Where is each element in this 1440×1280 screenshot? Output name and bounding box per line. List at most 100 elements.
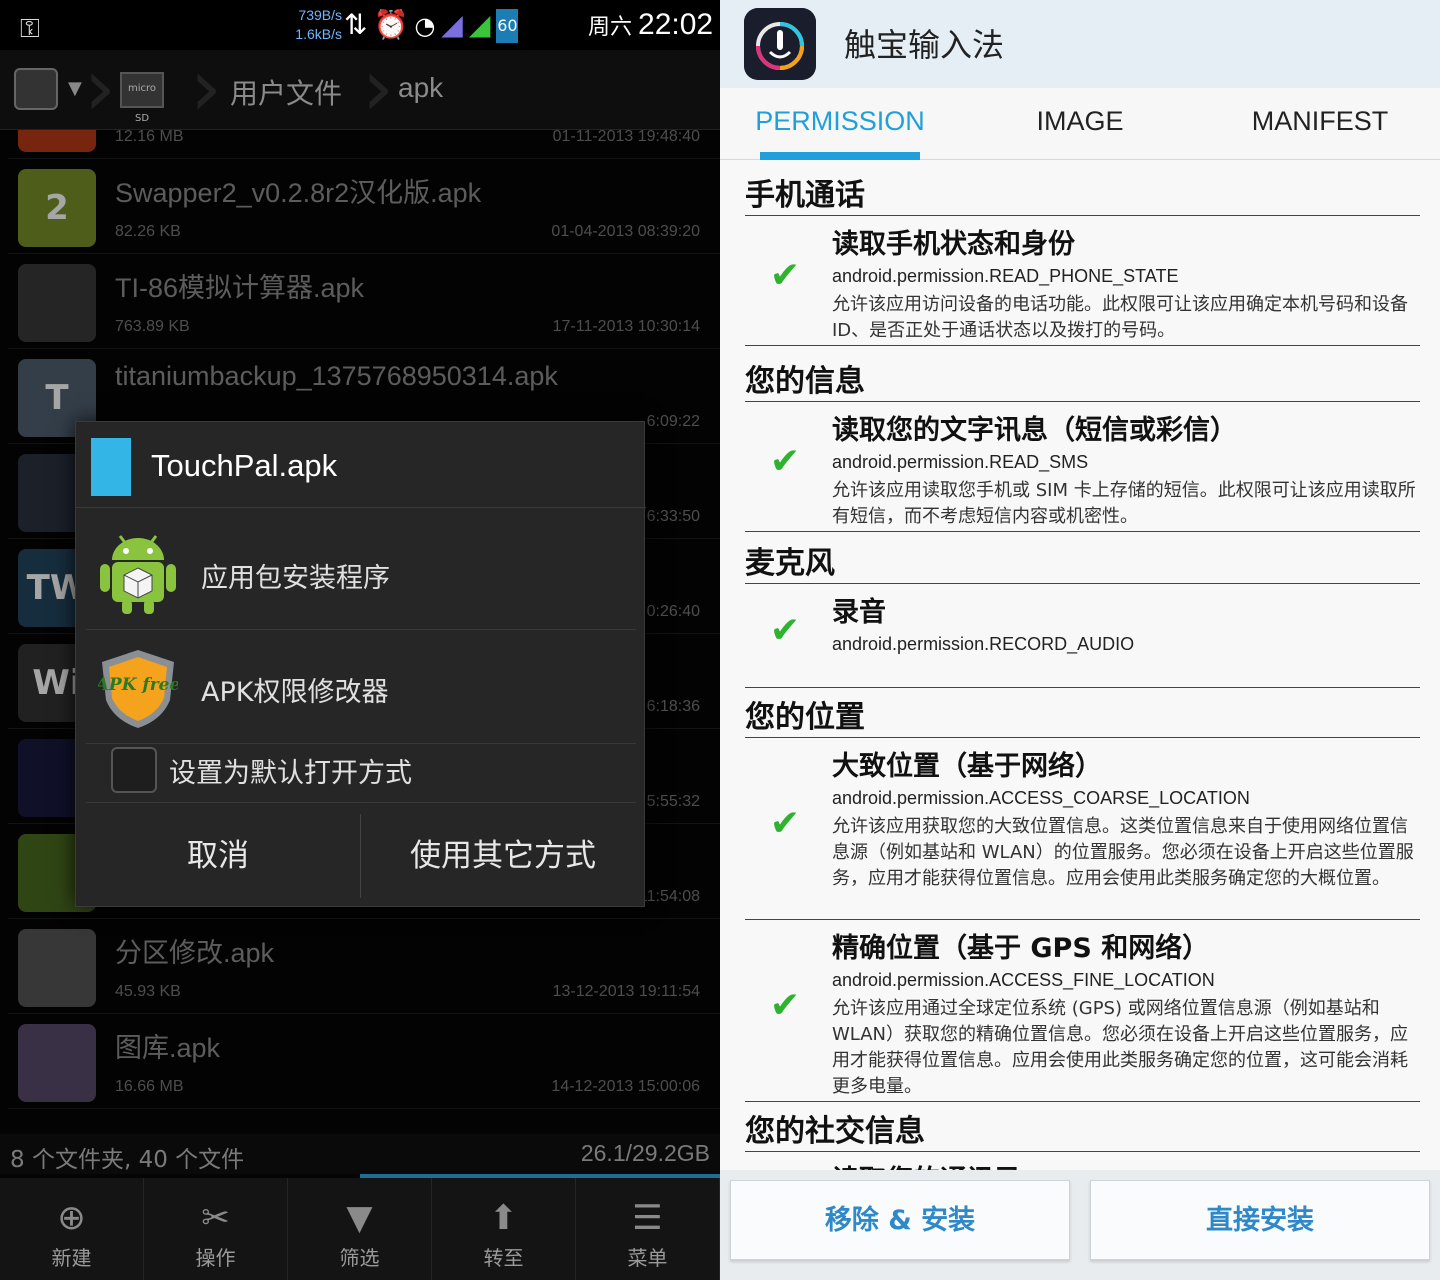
- permission-item[interactable]: ✔ 录音 android.permission.RECORD_AUDIO: [745, 584, 1420, 688]
- dialog-header: TouchPal.apk: [76, 422, 646, 508]
- permission-description: 允许该应用获取您的大致位置信息。这类位置信息来自于使用网络位置信息源（例如基站和…: [832, 816, 1414, 889]
- group-title: 麦克风: [745, 528, 1420, 584]
- permission-item[interactable]: ✔ 大致位置（基于网络） android.permission.ACCESS_COA…: [745, 738, 1420, 920]
- option-label: APK权限修改器: [201, 677, 389, 708]
- toolbar-button-plus-circle[interactable]: ⊕ 新建: [0, 1178, 144, 1280]
- breadcrumb: ▼ › micro SD › 用户文件 › apk: [0, 41, 720, 134]
- use-other-button[interactable]: 使用其它方式: [361, 814, 645, 898]
- toolbar-button-tools[interactable]: ✂ 操作: [144, 1178, 288, 1280]
- check-icon: ✔: [769, 803, 801, 844]
- set-default-label: 设置为默认打开方式: [169, 758, 412, 789]
- toolbar-label: 操作: [195, 1246, 236, 1270]
- permission-title: 精确位置（基于 GPS 和网络）: [832, 933, 1210, 964]
- apk-shield-icon: APK free: [98, 650, 178, 728]
- set-default-checkbox[interactable]: [111, 747, 157, 793]
- option-label: 应用包安装程序: [201, 563, 390, 594]
- cancel-button[interactable]: 取消: [76, 814, 360, 898]
- permission-title: 大致位置（基于网络）: [832, 751, 1102, 782]
- permission-title: 录音: [832, 597, 886, 628]
- bottom-toolbar: ⊕ 新建 ✂ 操作 ▼ 筛选 ⬆ 转至 ☰ 菜单: [0, 1178, 720, 1280]
- permission-title: 读取您的文字讯息（短信或彩信）: [832, 415, 1237, 446]
- tab-indicator: [760, 152, 920, 160]
- signal-icon: ◢: [441, 8, 469, 41]
- permission-item[interactable]: ✔读取您的通讯录: [745, 1152, 1420, 1170]
- filter-icon: ▼: [346, 1198, 373, 1238]
- permission-title: 读取您的通讯录: [832, 1158, 1021, 1170]
- permission-list[interactable]: 手机通话 ✔ 读取手机状态和身份 android.permission.READ_PH…: [720, 160, 1440, 1170]
- permission-description: 允许该应用读取您手机或 SIM 卡上存储的短信。此权限可让该应用读取所有短信，而…: [832, 480, 1416, 527]
- dialog-accent-bar: [91, 438, 131, 496]
- plus-circle-icon: ⊕: [57, 1198, 86, 1238]
- toolbar-label: 菜单: [627, 1246, 668, 1270]
- chevron-down-icon[interactable]: ▼: [68, 78, 82, 99]
- tab-bar: PERMISSION IMAGE MANIFEST: [720, 88, 1440, 160]
- upload-speed: 739B/s: [298, 7, 342, 23]
- vpn-key-icon: ⚿: [20, 14, 40, 44]
- permission-id: android.permission.ACCESS_FINE_LOCATION: [832, 970, 1215, 990]
- set-default-row[interactable]: 设置为默认打开方式: [86, 737, 636, 803]
- network-speed: 739B/s 1.6kB/s: [290, 6, 342, 44]
- option-package-installer[interactable]: 应用包安装程序: [86, 516, 636, 630]
- group-title: 手机通话: [745, 160, 1420, 216]
- permission-id: android.permission.READ_SMS: [832, 452, 1089, 472]
- time: 22:02: [638, 8, 714, 41]
- arrow-up-icon: ⬆: [489, 1198, 518, 1238]
- tab-permission[interactable]: PERMISSION: [720, 88, 960, 160]
- sdcard-icon[interactable]: [14, 68, 58, 110]
- breadcrumb-item-user-files[interactable]: 用户文件: [230, 72, 342, 112]
- android-package-icon: [100, 535, 176, 614]
- tab-manifest[interactable]: MANIFEST: [1200, 88, 1440, 160]
- open-with-dialog: TouchPal.apk 应用包安装程序 APK free APK权限修改器 设…: [75, 421, 646, 907]
- permission-item[interactable]: ✔ 读取手机状态和身份 android.permission.READ_PHONE_…: [745, 216, 1420, 346]
- permission-title: 读取手机状态和身份: [832, 229, 1075, 260]
- toolbar-label: 转至: [483, 1246, 524, 1270]
- toolbar-label: 新建: [51, 1246, 92, 1270]
- permission-item[interactable]: ✔ 读取您的文字讯息（短信或彩信） android.permission.READ_…: [745, 402, 1420, 532]
- file-counts: 8 个文件夹, 40 个文件: [10, 1147, 245, 1173]
- weekday: 周六: [588, 14, 633, 39]
- data-transfer-icon: ⇅: [344, 8, 374, 41]
- permission-id: android.permission.READ_PHONE_STATE: [832, 266, 1179, 286]
- status-icons: ⇅⏰◔◢◢60: [344, 8, 519, 43]
- install-actions: 移除 & 安装 直接安装: [720, 1170, 1440, 1280]
- signal-2-icon: ◢: [468, 8, 497, 41]
- wifi-icon: ◔: [414, 12, 442, 40]
- storage-usage: 26.1/29.2GB: [580, 1140, 710, 1166]
- micro-sd-icon[interactable]: micro SD: [120, 72, 164, 124]
- permission-item[interactable]: ✔ 精确位置（基于 GPS 和网络） android.permission.ACCE…: [745, 920, 1420, 1102]
- check-icon: ✔: [769, 610, 801, 651]
- file-manager-pane: ⚿ 739B/s 1.6kB/s ⇅⏰◔◢◢60 周六 22:02 ▼ › mic…: [0, 0, 720, 1280]
- remove-and-install-button[interactable]: 移除 & 安装: [730, 1180, 1070, 1260]
- permission-id: android.permission.RECORD_AUDIO: [832, 634, 1135, 654]
- breadcrumb-separator: ›: [190, 41, 222, 134]
- permission-viewer-pane: 触宝输入法 PERMISSION IMAGE MANIFEST 手机通话 ✔ 读取手…: [720, 0, 1440, 1280]
- tools-icon: ✂: [201, 1198, 230, 1238]
- app-name: 触宝输入法: [844, 26, 1005, 64]
- toolbar-button-menu[interactable]: ☰ 菜单: [576, 1178, 720, 1280]
- toolbar-button-arrow-up[interactable]: ⬆ 转至: [432, 1178, 576, 1280]
- group-title: 您的位置: [745, 682, 1420, 738]
- group-title: 您的信息: [745, 346, 1420, 402]
- app-header: 触宝输入法: [720, 0, 1440, 88]
- menu-icon: ☰: [632, 1198, 663, 1238]
- clock: 周六 22:02: [588, 8, 713, 42]
- alarm-icon: ⏰: [373, 8, 415, 41]
- check-icon: ✔: [769, 985, 801, 1026]
- breadcrumb-separator: ›: [84, 41, 116, 134]
- apk-badge-text: APK free: [98, 675, 178, 695]
- permission-description: 允许该应用访问设备的电话功能。此权限可让该应用确定本机号码和设备 ID、是否正处…: [832, 294, 1408, 341]
- toolbar-label: 筛选: [339, 1246, 380, 1270]
- battery-icon: 60: [496, 9, 519, 43]
- permission-id: android.permission.ACCESS_COARSE_LOCATIO…: [832, 788, 1250, 808]
- breadcrumb-separator: ›: [362, 41, 394, 134]
- storage-summary: 8 个文件夹, 40 个文件 26.1/29.2GB: [0, 1134, 720, 1174]
- permission-description: 允许该应用通过全球定位系统 (GPS) 或网络位置信息源（例如基站和 WLAN）…: [832, 998, 1409, 1097]
- breadcrumb-item-apk[interactable]: apk: [398, 72, 443, 104]
- tab-image[interactable]: IMAGE: [960, 88, 1200, 160]
- check-icon: ✔: [769, 255, 801, 296]
- check-icon: ✔: [769, 441, 801, 482]
- option-apk-permission-editor[interactable]: APK free APK权限修改器: [86, 630, 636, 744]
- download-speed: 1.6kB/s: [295, 26, 342, 42]
- direct-install-button[interactable]: 直接安装: [1090, 1180, 1430, 1260]
- toolbar-button-filter[interactable]: ▼ 筛选: [288, 1178, 432, 1280]
